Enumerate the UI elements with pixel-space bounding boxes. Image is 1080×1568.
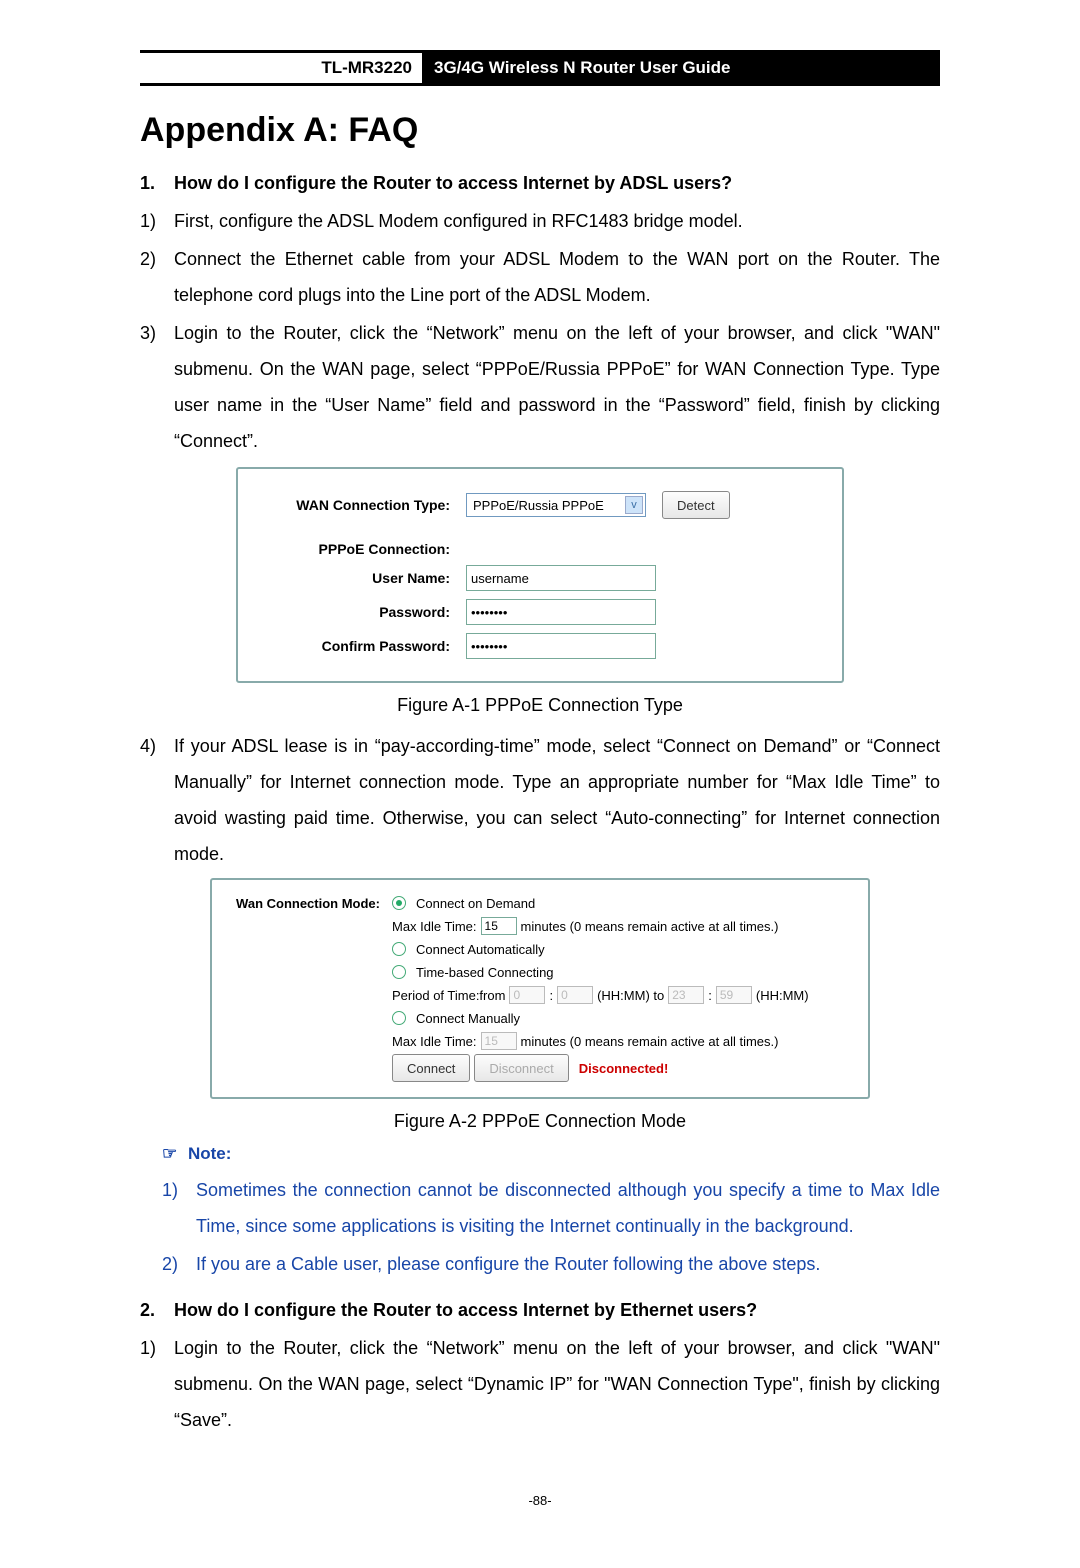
figure-a2: Wan Connection Mode: Connect on Demand M…: [210, 878, 870, 1099]
radio-connect-manually[interactable]: [392, 1011, 406, 1025]
pppoe-section-label: PPPoE Connection:: [260, 541, 466, 557]
opt-time: Time-based Connecting: [416, 965, 554, 980]
username-input[interactable]: [466, 565, 656, 591]
connection-status: Disconnected!: [579, 1061, 669, 1076]
page-title: Appendix A: FAQ: [140, 111, 940, 150]
header-title: 3G/4G Wireless N Router User Guide: [422, 53, 940, 83]
opt-auto: Connect Automatically: [416, 942, 545, 957]
note-item-2: 2) If you are a Cable user, please confi…: [162, 1246, 940, 1282]
q1-step-1: 1) First, configure the ADSL Modem confi…: [140, 203, 940, 239]
max-idle-input-1[interactable]: [481, 917, 517, 935]
period-from-mm[interactable]: [557, 986, 593, 1004]
wan-type-select[interactable]: PPPoE/Russia PPPoE v: [466, 493, 646, 517]
period-to-hh[interactable]: [668, 986, 704, 1004]
page-number: -88-: [140, 1493, 940, 1508]
q1-step-2: 2) Connect the Ethernet cable from your …: [140, 241, 940, 313]
opt-demand: Connect on Demand: [416, 896, 535, 911]
chevron-down-icon: v: [625, 496, 643, 514]
wan-mode-label: Wan Connection Mode:: [230, 896, 392, 911]
connect-button[interactable]: Connect: [392, 1054, 470, 1082]
q1-step-3: 3) Login to the Router, click the “Netwo…: [140, 315, 940, 459]
disconnect-button[interactable]: Disconnect: [474, 1054, 568, 1082]
question-1: 1. How do I configure the Router to acce…: [140, 165, 940, 201]
max-idle-input-2[interactable]: [481, 1032, 517, 1050]
period-to-mm[interactable]: [716, 986, 752, 1004]
question-2: 2. How do I configure the Router to acce…: [140, 1292, 940, 1328]
note-item-1: 1) Sometimes the connection cannot be di…: [162, 1172, 940, 1244]
period-from-hh[interactable]: [509, 986, 545, 1004]
period-label: Period of Time:from: [392, 988, 505, 1003]
pointer-icon: ☞: [162, 1144, 177, 1164]
radio-time-based[interactable]: [392, 965, 406, 979]
q2-step-1: 1) Login to the Router, click the “Netwo…: [140, 1330, 940, 1438]
q1-step-4: 4) If your ADSL lease is in “pay-accordi…: [140, 728, 940, 872]
detect-button[interactable]: Detect: [662, 491, 730, 519]
figure-a1: WAN Connection Type: PPPoE/Russia PPPoE …: [236, 467, 844, 683]
password-input[interactable]: [466, 599, 656, 625]
figure-a1-caption: Figure A-1 PPPoE Connection Type: [140, 695, 940, 716]
radio-connect-on-demand[interactable]: [392, 896, 406, 910]
wan-type-value: PPPoE/Russia PPPoE: [473, 498, 604, 513]
note-heading: ☞ Note:: [162, 1144, 940, 1164]
hhmm-to: (HH:MM) to: [597, 988, 664, 1003]
hhmm: (HH:MM): [756, 988, 809, 1003]
max-idle-label-2: Max Idle Time:: [392, 1034, 477, 1049]
max-idle-suffix-2: minutes (0 means remain active at all ti…: [521, 1034, 779, 1049]
wan-type-label: WAN Connection Type:: [260, 497, 466, 513]
radio-connect-auto[interactable]: [392, 942, 406, 956]
password-label: Password:: [260, 604, 466, 620]
doc-header: TL-MR3220 3G/4G Wireless N Router User G…: [140, 50, 940, 86]
confirm-password-input[interactable]: [466, 633, 656, 659]
confirm-password-label: Confirm Password:: [260, 638, 466, 654]
max-idle-label-1: Max Idle Time:: [392, 919, 477, 934]
header-model: TL-MR3220: [140, 53, 422, 83]
opt-manual: Connect Manually: [416, 1011, 520, 1026]
max-idle-suffix-1: minutes (0 means remain active at all ti…: [521, 919, 779, 934]
figure-a2-caption: Figure A-2 PPPoE Connection Mode: [140, 1111, 940, 1132]
username-label: User Name:: [260, 570, 466, 586]
